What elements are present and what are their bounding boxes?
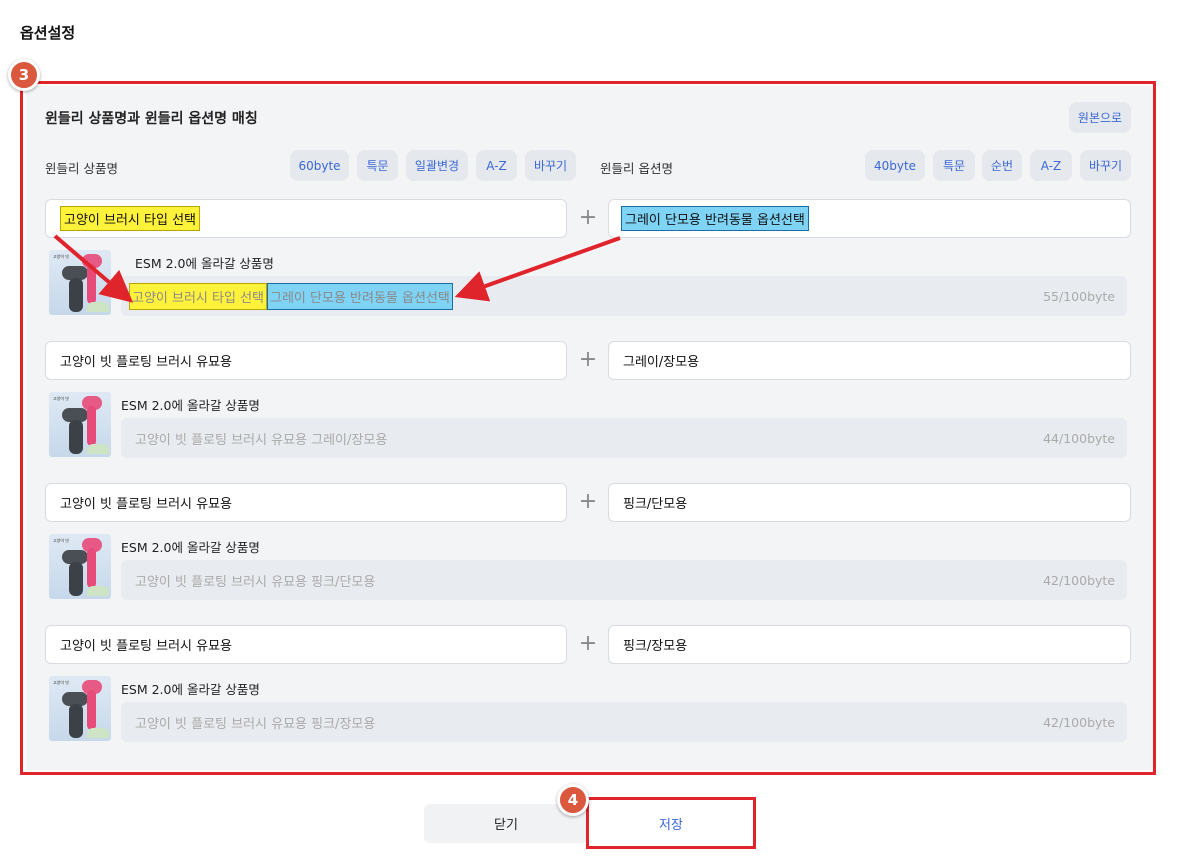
highlight-box-save — [586, 797, 756, 849]
highlight-box-options — [20, 81, 1156, 775]
step-badge-3: 3 — [8, 59, 40, 91]
step-badge-4: 4 — [557, 784, 589, 816]
